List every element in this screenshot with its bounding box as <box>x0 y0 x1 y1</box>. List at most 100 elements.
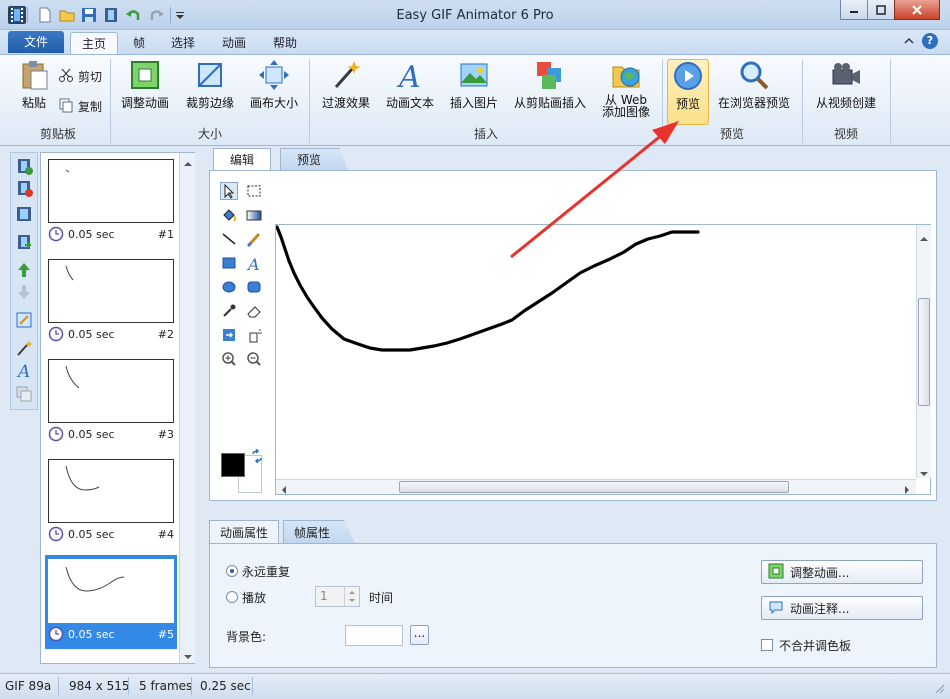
insert-image-button[interactable]: 插入图片 <box>446 59 502 117</box>
resize-icon <box>129 59 161 91</box>
canvas-vertical-scrollbar[interactable] <box>916 225 931 478</box>
tab-home[interactable]: 主页 <box>70 32 119 54</box>
frame-number: #1 <box>157 227 174 241</box>
tab-animation-properties[interactable]: 动画属性 <box>209 520 280 544</box>
scroll-thumb[interactable] <box>918 298 930 406</box>
frames-scrollbar[interactable] <box>179 153 195 663</box>
magic-wand-icon[interactable] <box>15 339 33 357</box>
tab-frame[interactable]: 帧 <box>122 32 156 54</box>
fill-bucket-icon[interactable] <box>220 206 238 224</box>
transition-effects-button[interactable]: 过渡效果 <box>316 59 376 117</box>
add-frame-icon[interactable] <box>15 157 33 175</box>
edit-frame-icon[interactable] <box>15 311 33 329</box>
zoom-in-icon[interactable] <box>220 350 238 368</box>
from-clipboard-label: 从剪贴画插入 <box>513 96 586 110</box>
create-from-video-button[interactable]: 从视频创建 <box>808 59 884 117</box>
frame-thumbnail <box>48 259 174 323</box>
group-label-clipboard: 剪贴板 <box>39 127 76 141</box>
animated-text-button[interactable]: A 动画文本 <box>382 59 438 117</box>
help-icon[interactable]: ? <box>922 33 938 49</box>
rectangle-icon[interactable] <box>220 254 238 272</box>
scroll-left-icon[interactable] <box>281 483 287 497</box>
separator <box>191 677 192 695</box>
tab-animation[interactable]: 动画 <box>211 32 257 54</box>
text-tool-icon[interactable]: A <box>245 254 263 274</box>
frame-number: #5 <box>157 627 174 641</box>
scroll-down-icon[interactable] <box>920 466 928 480</box>
frame-item-4[interactable]: 0.05 sec #4 <box>45 455 177 549</box>
rect-select-icon[interactable] <box>245 182 263 200</box>
crop-edges-button[interactable]: 裁剪边缘 <box>180 59 240 117</box>
canvas-horizontal-scrollbar[interactable] <box>276 479 916 494</box>
resize-animation-props-button[interactable]: 调整动画... <box>761 560 923 584</box>
stepper-arrows-icon[interactable] <box>344 587 359 606</box>
canvas-size-button[interactable]: 画布大小 <box>246 59 302 117</box>
eraser-icon[interactable] <box>245 302 263 320</box>
resize-grip-icon[interactable] <box>933 682 945 697</box>
tab-frame-properties[interactable]: 帧属性 <box>283 520 356 544</box>
tab-edit[interactable]: 编辑 <box>213 148 272 171</box>
repeat-forever-radio[interactable] <box>226 565 238 577</box>
resize-animation-button[interactable]: 调整动画 <box>116 59 174 117</box>
chevron-up-icon[interactable] <box>902 34 916 48</box>
scroll-down-icon[interactable] <box>183 650 193 664</box>
layers-icon[interactable] <box>15 385 33 403</box>
spray-icon[interactable] <box>245 326 263 344</box>
frame-item-2[interactable]: 0.05 sec #2 <box>45 255 177 349</box>
ribbon-tabs: 文件 主页 帧 选择 动画 帮助 ? <box>0 30 950 54</box>
scroll-up-icon[interactable] <box>920 231 928 245</box>
background-color-swatch[interactable] <box>345 625 403 646</box>
rounded-rect-icon[interactable] <box>245 278 263 296</box>
animation-comment-button[interactable]: 动画注释... <box>761 596 923 620</box>
frame-item-3[interactable]: 0.05 sec #3 <box>45 355 177 449</box>
frame-thumbnail <box>48 459 174 523</box>
no-merge-palette-checkbox[interactable] <box>761 639 773 651</box>
insert-frame-icon[interactable] <box>15 233 33 251</box>
duplicate-frame-icon[interactable] <box>15 205 33 223</box>
close-button[interactable] <box>894 0 940 20</box>
group-separator <box>110 59 111 143</box>
frame-item-5[interactable]: 0.05 sec #5 <box>45 555 177 649</box>
insert-from-clipboard-button[interactable]: 从剪贴画插入 <box>510 59 590 117</box>
gradient-icon[interactable] <box>245 206 263 224</box>
swap-colors-icon[interactable] <box>250 448 264 466</box>
tab-preview[interactable]: 预览 <box>280 148 349 171</box>
paste-button[interactable]: 粘贴 <box>14 59 54 117</box>
scroll-thumb[interactable] <box>399 481 789 493</box>
delete-frame-icon[interactable] <box>15 179 33 197</box>
eyedropper-icon[interactable] <box>220 302 238 320</box>
select-arrow-icon[interactable] <box>220 182 238 200</box>
text-a-icon[interactable]: A <box>15 361 33 382</box>
brush-icon[interactable] <box>245 230 263 248</box>
add-image-from-web-button[interactable]: 从 Web 添加图像 <box>598 59 654 119</box>
clipart-icon <box>534 59 566 91</box>
zoom-out-icon[interactable] <box>245 350 263 368</box>
play-count-stepper[interactable]: 1 <box>315 586 360 607</box>
move-icon[interactable] <box>220 326 238 344</box>
line-icon[interactable] <box>220 230 238 248</box>
scroll-up-icon[interactable] <box>183 157 193 171</box>
tab-select[interactable]: 选择 <box>160 32 206 54</box>
preview-in-browser-button[interactable]: 在浏览器预览 <box>712 59 796 117</box>
cut-button[interactable]: 剪切 <box>58 67 102 85</box>
copy-button[interactable]: 复制 <box>58 97 102 115</box>
minimize-button[interactable] <box>840 0 868 20</box>
status-format: GIF 89a <box>5 679 52 693</box>
resize-icon <box>768 563 784 582</box>
tab-help[interactable]: 帮助 <box>262 32 308 54</box>
primary-color-swatch[interactable] <box>221 453 245 477</box>
svg-text:A: A <box>396 60 421 91</box>
ellipse-icon[interactable] <box>220 278 238 296</box>
tab-file[interactable]: 文件 <box>8 31 64 53</box>
frame-meta: 0.05 sec #4 <box>48 525 174 543</box>
clock-icon <box>48 426 64 442</box>
scissors-icon <box>58 67 74 86</box>
scroll-right-icon[interactable] <box>904 483 910 497</box>
play-radio[interactable] <box>226 591 238 603</box>
move-down-icon[interactable] <box>15 283 33 301</box>
frame-item-1[interactable]: 0.05 sec #1 <box>45 155 177 249</box>
maximize-button[interactable] <box>867 0 895 20</box>
frame-delay: 0.05 sec <box>68 327 115 341</box>
browse-color-button[interactable]: ... <box>410 625 429 645</box>
move-up-icon[interactable] <box>15 261 33 279</box>
